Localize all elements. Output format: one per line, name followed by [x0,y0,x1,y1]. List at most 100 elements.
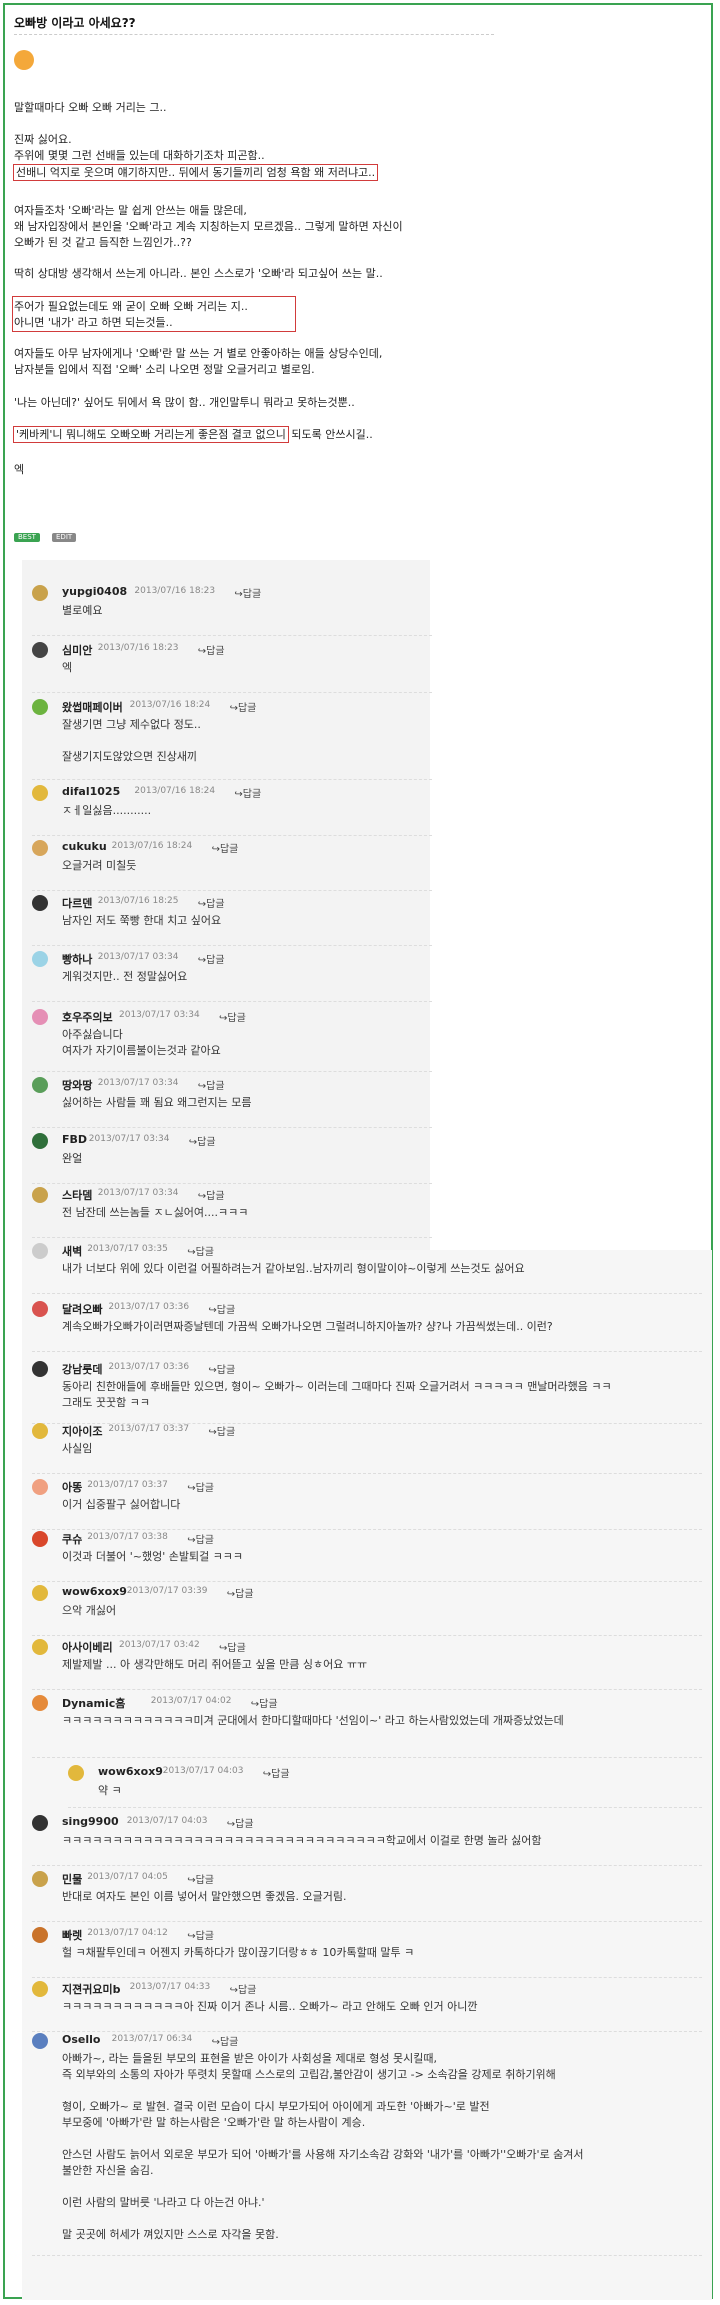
comment-nickname[interactable]: Osello [62,2033,100,2046]
comment-body: 동아리 친한애들에 후배들만 있으면, 형이~ 오빠가~ 이러는데 그때마다 진… [62,1379,612,1411]
reply-button[interactable]: ↪답글 [187,1479,214,1494]
reply-button[interactable]: ↪답글 [212,840,239,855]
comment-nickname[interactable]: 땅와땅 [62,1077,92,1093]
reply-button[interactable]: ↪답글 [234,585,261,600]
reply-button[interactable]: ↪답글 [219,1639,246,1654]
comment-nickname[interactable]: yupgi0408 [62,585,127,598]
comment-body: ㅋㅋㅋㅋㅋㅋㅋㅋㅋㅋㅋㅋ아 진짜 이거 존나 시름.. 오빠가~ 라고 안해도 … [62,1999,478,2015]
comment-line: 계속오빠가오빠가이러면짜증날텐데 가끔씩 오빠가나오면 그럴려니하지아놀까? 샹… [62,1320,553,1333]
comment-body: 남자인 저도 쭉빵 한대 치고 싶어요 [62,913,221,929]
reply-button[interactable]: ↪답글 [198,951,225,966]
comment-nickname[interactable]: Dynamic흠 [62,1695,125,1711]
comment-nickname[interactable]: 다르덴 [62,895,92,911]
comment-nickname[interactable]: 심미안 [62,642,92,658]
comment-nickname[interactable]: 아사이베리 [62,1639,113,1655]
post-line: 진짜 싫어요. [14,133,72,146]
avatar-icon [32,642,48,658]
comment-item: 새벽 2013/07/17 03:35 ↪답글 내가 너보다 위에 있다 이런걸 어필… [22,1241,712,1294]
comment-line: 잘생기지도않았으면 진상새끼 [62,750,198,763]
reply-button[interactable]: ↪답글 [198,895,225,910]
reply-button[interactable]: ↪답글 [189,1133,216,1148]
comment-nickname[interactable]: 지아이조 [62,1423,102,1439]
comment-body: 완얼 [62,1151,82,1167]
comment-line: 엑 [62,661,73,674]
comment-body: ㅋㅋㅋㅋㅋㅋㅋㅋㅋㅋㅋㅋㅋㅋㅋㅋㅋㅋㅋㅋㅋㅋㅋㅋㅋㅋㅋㅋㅋㅋㅋㅋ학교에서 이걸로… [62,1833,542,1849]
comment-nickname[interactable]: 빠렛 [62,1927,82,1943]
comment-item: 아사이베리 2013/07/17 03:42 ↪답글 제발제발 ... 아 생각만해도… [22,1637,712,1690]
comment-nickname[interactable]: wow6xox9 [62,1585,127,1598]
best-tag[interactable]: BEST [14,533,40,542]
comment-nickname[interactable]: wow6xox9 [98,1765,163,1778]
reply-button[interactable]: ↪답글 [198,1077,225,1092]
post-line: 남자분들 입에서 직접 '오빠' 소리 나오면 정말 오글거리고 별로임. [14,363,315,376]
comment-nickname[interactable]: 호우주의보 [62,1009,113,1025]
comment-nickname[interactable]: 달려오빠 [62,1301,102,1317]
comment-divider [68,1807,702,1808]
comment-nickname[interactable]: FBD [62,1133,87,1146]
avatar-icon [32,585,48,601]
comment-date: 2013/07/17 03:34 [88,1134,170,1144]
comment-nickname[interactable]: 강남룻데 [62,1361,102,1377]
comment-nickname[interactable]: 왔썹매페이버 [62,699,123,715]
comment-line: 그래도 꿋꿋함 ㅋㅋ [62,1396,150,1409]
comment-item: 빠렛 2013/07/17 04:12 ↪답글 헐 ㅋ채팔투인데ㅋ 어젠지 카톡하다가… [22,1925,712,1978]
comment-nickname[interactable]: cukuku [62,840,107,853]
post-line: 여자들조차 '오빠'라는 말 쉽게 안쓰는 애들 많은데, [14,204,247,217]
comment-nickname[interactable]: 스타뎀 [62,1187,92,1203]
comment-divider [32,1977,702,1978]
comment-divider [32,945,432,946]
comment-nickname[interactable]: 민물 [62,1871,82,1887]
comment-nickname[interactable]: 아똥 [62,1479,82,1495]
reply-button[interactable]: ↪답글 [219,1009,246,1024]
reply-button[interactable]: ↪답글 [187,1927,214,1942]
comment-nickname[interactable]: 지젼귀요미b [62,1981,120,1997]
edit-tag[interactable]: EDIT [52,533,77,542]
comment-divider [32,1293,702,1294]
comment-nickname[interactable]: sing9900 [62,1815,119,1828]
comment-body: 아빠가~, 라는 들을뒨 부모의 표현을 받은 아이가 사회성을 제대로 형성 … [62,2051,584,2243]
comment-date: 2013/07/17 03:34 [119,1010,200,1020]
reply-button[interactable]: ↪답글 [227,1585,254,1600]
avatar-icon [32,1133,48,1149]
comment-line: 오글거려 미칠듯 [62,859,137,872]
reply-button[interactable]: ↪답글 [227,1815,254,1830]
reply-button[interactable]: ↪답글 [208,1423,235,1438]
comment-item: 호우주의보 2013/07/17 03:34 ↪답글 아주싫습니다 여자가 자기이름불이… [22,1007,712,1072]
comment-line: ㅋㅋㅋㅋㅋㅋㅋㅋㅋㅋㅋㅋ아 진짜 이거 존나 시름.. 오빠가~ 라고 안해도 … [62,2000,478,2013]
comment-date: 2013/07/17 04:02 [150,1696,232,1706]
avatar-icon [32,699,48,715]
comment-line: 완얼 [62,1152,83,1165]
reply-button[interactable]: ↪답글 [230,699,257,714]
reply-button[interactable]: ↪답글 [208,1301,235,1316]
reply-button[interactable]: ↪답글 [198,642,225,657]
comment-body: 으악 개싫어 [62,1603,116,1619]
comment-line: 약 ㅋ [98,1784,122,1797]
comment-line: 게워것지만.. 전 정말싫어요 [62,970,188,983]
avatar-icon [32,1009,48,1025]
comment-nickname[interactable]: 빵하나 [62,951,92,967]
comment-date: 2013/07/16 18:23 [134,586,216,596]
avatar-icon [32,1077,48,1093]
comment-nickname[interactable]: 쿠슈 [62,1531,82,1547]
comment-divider [32,1473,702,1474]
comment-body: 이거 십중팔구 싫어합니다 [62,1497,180,1513]
comment-nickname[interactable]: difal1025 [62,785,120,798]
comment-line: 형이, 오빠가~ 로 발현. 결국 이런 모습이 다시 부모가되어 아이에게 과… [62,2100,490,2113]
reply-button[interactable]: ↪답글 [187,1243,214,1258]
reply-button[interactable]: ↪답글 [230,1981,257,1996]
comment-item: wow6xox9 2013/07/17 03:39 ↪답글 으악 개싫어 [22,1583,712,1636]
comment-body: 엑 [62,660,72,676]
avatar-icon [32,1479,48,1495]
reply-button[interactable]: ↪답글 [234,785,261,800]
comment-date: 2013/07/17 03:37 [87,1480,168,1490]
reply-button[interactable]: ↪답글 [198,1187,225,1202]
comment-body: ㅈㅔ일싫음........... [62,803,151,819]
comment-body: 전 남잔데 쓰는놈들 ㅈㄴ싫어여....ㅋㅋㅋ [62,1205,248,1221]
reply-button[interactable]: ↪답글 [212,2033,239,2048]
reply-button[interactable]: ↪답글 [263,1765,290,1780]
reply-button[interactable]: ↪답글 [187,1871,214,1886]
reply-button[interactable]: ↪답글 [251,1695,278,1710]
comment-nickname[interactable]: 새벽 [62,1243,82,1259]
reply-button[interactable]: ↪답글 [187,1531,214,1546]
reply-button[interactable]: ↪답글 [208,1361,235,1376]
